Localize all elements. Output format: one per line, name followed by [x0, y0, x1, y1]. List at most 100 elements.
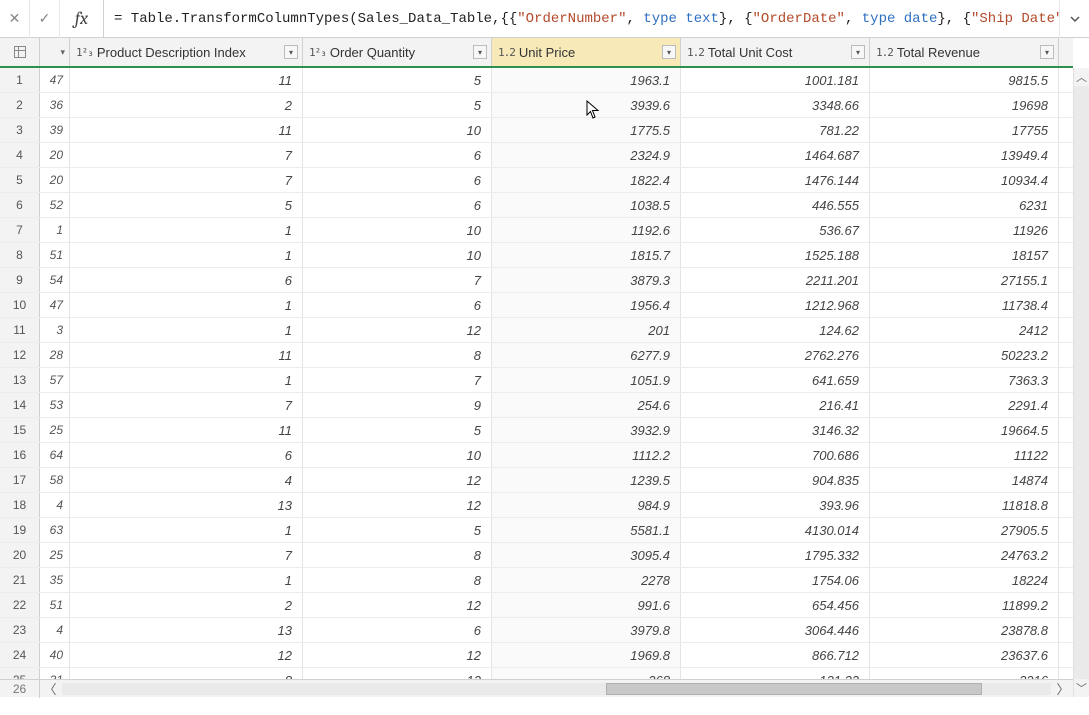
cell[interactable]: 9	[303, 393, 492, 417]
cell[interactable]: 6	[70, 268, 303, 292]
cell[interactable]: 6	[303, 293, 492, 317]
cell[interactable]: 10	[303, 443, 492, 467]
cell[interactable]: 268	[492, 668, 681, 679]
cell[interactable]: 8	[303, 343, 492, 367]
row-number[interactable]: 19	[0, 518, 40, 542]
cell[interactable]: 1754.06	[681, 568, 870, 592]
column-filter-button[interactable]: ▾	[473, 45, 487, 59]
cell[interactable]: 12	[303, 643, 492, 667]
cell[interactable]: 27905.5	[870, 518, 1059, 542]
index-cell[interactable]: 28	[40, 343, 70, 367]
cell[interactable]: 1822.4	[492, 168, 681, 192]
index-cell[interactable]: 3	[40, 318, 70, 342]
cell[interactable]: 11	[70, 118, 303, 142]
cell[interactable]: 11122	[870, 443, 1059, 467]
cell[interactable]: 1192.6	[492, 218, 681, 242]
cell[interactable]: 5	[303, 68, 492, 92]
column-filter-button[interactable]: ▾	[662, 45, 676, 59]
cell[interactable]: 11	[70, 343, 303, 367]
cell[interactable]: 13949.4	[870, 143, 1059, 167]
column-header-product-description-index[interactable]: 1²₃Product Description Index▾	[70, 38, 303, 66]
table-row[interactable]: 113112201124.622412	[0, 318, 1073, 343]
cell[interactable]: 11	[70, 418, 303, 442]
cell[interactable]: 8	[303, 543, 492, 567]
row-number[interactable]: 23	[0, 618, 40, 642]
cell[interactable]: 5	[303, 418, 492, 442]
cell[interactable]: 6	[303, 168, 492, 192]
row-number[interactable]: 22	[0, 593, 40, 617]
table-row[interactable]: 2341363979.83064.44623878.8	[0, 618, 1073, 643]
cell[interactable]: 14874	[870, 468, 1059, 492]
cell[interactable]: 1212.968	[681, 293, 870, 317]
cell[interactable]: 12	[303, 318, 492, 342]
index-cell[interactable]: 52	[40, 193, 70, 217]
cell[interactable]: 1969.8	[492, 643, 681, 667]
cell[interactable]: 12	[303, 668, 492, 679]
cell[interactable]: 216.41	[681, 393, 870, 417]
formula-input[interactable]: = Table.TransformColumnTypes(Sales_Data_…	[104, 0, 1059, 38]
cell[interactable]: 1	[70, 318, 303, 342]
index-cell[interactable]: 36	[40, 93, 70, 117]
cell[interactable]: 12	[303, 493, 492, 517]
cell[interactable]: 19664.5	[870, 418, 1059, 442]
cell[interactable]: 8	[303, 568, 492, 592]
cell[interactable]: 536.67	[681, 218, 870, 242]
index-cell[interactable]: 58	[40, 468, 70, 492]
cell[interactable]: 11738.4	[870, 293, 1059, 317]
cell[interactable]: 27155.1	[870, 268, 1059, 292]
index-cell[interactable]: 1	[40, 218, 70, 242]
cell[interactable]: 1	[70, 243, 303, 267]
cell[interactable]: 1464.687	[681, 143, 870, 167]
row-number[interactable]: 10	[0, 293, 40, 317]
cell[interactable]: 2211.201	[681, 268, 870, 292]
cell[interactable]: 11	[70, 68, 303, 92]
cell[interactable]: 18224	[870, 568, 1059, 592]
cell[interactable]: 9815.5	[870, 68, 1059, 92]
row-number[interactable]: 20	[0, 543, 40, 567]
row-number[interactable]: 4	[0, 143, 40, 167]
table-row[interactable]: 652561038.5446.5556231	[0, 193, 1073, 218]
row-number[interactable]: 3	[0, 118, 40, 142]
cell[interactable]: 12	[70, 643, 303, 667]
table-corner-button[interactable]	[0, 38, 40, 66]
cell[interactable]: 23878.8	[870, 618, 1059, 642]
scroll-left-button[interactable]: 〈	[40, 680, 60, 698]
table-row[interactable]: 1047161956.41212.96811738.4	[0, 293, 1073, 318]
cell[interactable]: 7	[303, 368, 492, 392]
cell[interactable]: 2	[70, 93, 303, 117]
table-row[interactable]: 2531812268131.323216	[0, 668, 1073, 679]
hscroll-thumb[interactable]	[606, 683, 982, 695]
cell[interactable]: 1775.5	[492, 118, 681, 142]
row-number[interactable]: 7	[0, 218, 40, 242]
column-header-total-revenue[interactable]: 1.2Total Revenue▾	[870, 38, 1059, 66]
cell[interactable]: 1	[70, 218, 303, 242]
cell[interactable]: 393.96	[681, 493, 870, 517]
cell[interactable]: 1	[70, 293, 303, 317]
cell[interactable]: 124.62	[681, 318, 870, 342]
cell[interactable]: 3932.9	[492, 418, 681, 442]
cell[interactable]: 5	[303, 93, 492, 117]
cell[interactable]: 1239.5	[492, 468, 681, 492]
cell[interactable]: 3146.32	[681, 418, 870, 442]
row-number[interactable]: 8	[0, 243, 40, 267]
index-cell[interactable]: 20	[40, 168, 70, 192]
cell[interactable]: 2	[70, 593, 303, 617]
index-cell[interactable]: 25	[40, 543, 70, 567]
cell[interactable]: 12	[303, 468, 492, 492]
table-row[interactable]: 420762324.91464.68713949.4	[0, 143, 1073, 168]
cell[interactable]: 13	[70, 493, 303, 517]
cell[interactable]: 3216	[870, 668, 1059, 679]
cell[interactable]: 866.712	[681, 643, 870, 667]
row-number[interactable]: 17	[0, 468, 40, 492]
cell[interactable]: 10934.4	[870, 168, 1059, 192]
cell[interactable]: 1051.9	[492, 368, 681, 392]
row-number[interactable]: 2	[0, 93, 40, 117]
column-header-total-unit-cost[interactable]: 1.2Total Unit Cost▾	[681, 38, 870, 66]
cell[interactable]: 1525.188	[681, 243, 870, 267]
table-row[interactable]: 711101192.6536.6711926	[0, 218, 1073, 243]
cell[interactable]: 6	[303, 143, 492, 167]
table-row[interactable]: 33911101775.5781.2217755	[0, 118, 1073, 143]
cell[interactable]: 10	[303, 218, 492, 242]
cell[interactable]: 4	[70, 468, 303, 492]
index-cell[interactable]: 4	[40, 493, 70, 517]
